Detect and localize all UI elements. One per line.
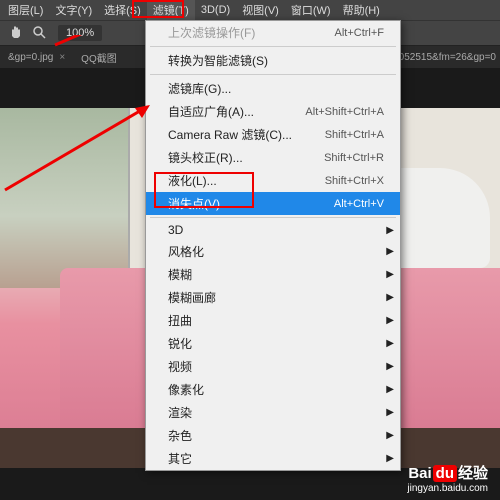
chevron-right-icon: ▶ xyxy=(386,269,394,280)
menu-separator xyxy=(150,74,396,75)
menu-item-label: 自适应广角(A)... xyxy=(168,103,254,120)
menu-camera-raw[interactable]: Camera Raw 滤镜(C)... Shift+Ctrl+A xyxy=(146,123,400,146)
annotation-box-items xyxy=(154,172,254,208)
tab-overflow-label: 32052515&fm=26&gp=0 xyxy=(384,52,500,63)
menu-item-label: 锐化 xyxy=(168,335,192,352)
chevron-right-icon: ▶ xyxy=(386,361,394,372)
menu-3d-sub[interactable]: 3D ▶ xyxy=(146,220,400,240)
menu-adaptive-wide[interactable]: 自适应广角(A)... Alt+Shift+Ctrl+A xyxy=(146,100,400,123)
menu-smart-filter[interactable]: 转换为智能滤镜(S) xyxy=(146,49,400,72)
menu-separator xyxy=(150,46,396,47)
watermark: Baidu经验 jingyan.baidu.com xyxy=(407,462,488,494)
menu-item-label: 上次滤镜操作(F) xyxy=(168,24,255,41)
watermark-brand-suffix: 经验 xyxy=(458,465,488,482)
menu-distort-sub[interactable]: 扭曲 ▶ xyxy=(146,309,400,332)
menu-item-shortcut: Shift+Ctrl+R xyxy=(324,152,384,164)
menu-pixelate-sub[interactable]: 像素化 ▶ xyxy=(146,378,400,401)
chevron-right-icon: ▶ xyxy=(386,292,394,303)
menu-other-sub[interactable]: 其它 ▶ xyxy=(146,447,400,470)
menu-text[interactable]: 文字(Y) xyxy=(49,0,98,20)
menu-item-label: 模糊 xyxy=(168,266,192,283)
menu-view[interactable]: 视图(V) xyxy=(236,0,285,20)
menu-layer[interactable]: 图层(L) xyxy=(2,0,49,20)
menu-item-label: 滤镜库(G)... xyxy=(168,80,231,97)
tab-label: &gp=0.jpg xyxy=(8,52,53,63)
menu-item-label: Camera Raw 滤镜(C)... xyxy=(168,126,292,143)
menu-last-filter: 上次滤镜操作(F) Alt+Ctrl+F xyxy=(146,21,400,44)
menu-item-shortcut: Alt+Ctrl+V xyxy=(334,198,384,210)
menu-window[interactable]: 窗口(W) xyxy=(285,0,337,20)
menu-item-label: 其它 xyxy=(168,450,192,467)
menu-sharpen-sub[interactable]: 锐化 ▶ xyxy=(146,332,400,355)
hand-tool-icon[interactable] xyxy=(6,23,26,43)
menu-item-label: 3D xyxy=(168,223,183,237)
chevron-right-icon: ▶ xyxy=(386,407,394,418)
chevron-right-icon: ▶ xyxy=(386,430,394,441)
menu-help[interactable]: 帮助(H) xyxy=(337,0,386,20)
annotation-box-filter xyxy=(132,0,184,18)
chevron-right-icon: ▶ xyxy=(386,384,394,395)
chevron-right-icon: ▶ xyxy=(386,453,394,464)
menu-item-label: 模糊画廊 xyxy=(168,289,216,306)
menu-item-shortcut: Alt+Shift+Ctrl+A xyxy=(305,106,384,118)
menu-blur-sub[interactable]: 模糊 ▶ xyxy=(146,263,400,286)
menubar: 图层(L) 文字(Y) 选择(S) 滤镜(T) 3D(D) 视图(V) 窗口(W… xyxy=(0,0,500,20)
zoom-tool-icon[interactable] xyxy=(30,23,50,43)
menu-video-sub[interactable]: 视频 ▶ xyxy=(146,355,400,378)
menu-separator xyxy=(150,217,396,218)
chevron-right-icon: ▶ xyxy=(386,225,394,236)
watermark-brand-du: du xyxy=(433,465,457,482)
watermark-url: jingyan.baidu.com xyxy=(407,483,488,494)
menu-item-label: 扭曲 xyxy=(168,312,192,329)
menu-item-shortcut: Shift+Ctrl+A xyxy=(325,129,384,141)
menu-item-label: 渲染 xyxy=(168,404,192,421)
menu-blur-gallery-sub[interactable]: 模糊画廊 ▶ xyxy=(146,286,400,309)
menu-3d[interactable]: 3D(D) xyxy=(195,2,236,18)
filter-dropdown: 上次滤镜操作(F) Alt+Ctrl+F 转换为智能滤镜(S) 滤镜库(G)..… xyxy=(145,20,401,471)
menu-lens-correction[interactable]: 镜头校正(R)... Shift+Ctrl+R xyxy=(146,146,400,169)
menu-noise-sub[interactable]: 杂色 ▶ xyxy=(146,424,400,447)
watermark-brand-bai: Bai xyxy=(408,465,431,482)
menu-item-label: 镜头校正(R)... xyxy=(168,149,243,166)
menu-item-shortcut: Shift+Ctrl+X xyxy=(325,175,384,187)
menu-item-label: 像素化 xyxy=(168,381,204,398)
menu-item-label: 视频 xyxy=(168,358,192,375)
menu-item-label: 风格化 xyxy=(168,243,204,260)
menu-stylize-sub[interactable]: 风格化 ▶ xyxy=(146,240,400,263)
chevron-right-icon: ▶ xyxy=(386,246,394,257)
watermark-logo: Baidu经验 xyxy=(407,462,488,483)
chevron-right-icon: ▶ xyxy=(386,315,394,326)
annotation-arrow-icon xyxy=(0,100,160,195)
annotation-arrow-icon xyxy=(50,35,140,55)
menu-item-label: 杂色 xyxy=(168,427,192,444)
menu-filter-gallery[interactable]: 滤镜库(G)... xyxy=(146,77,400,100)
menu-render-sub[interactable]: 渲染 ▶ xyxy=(146,401,400,424)
menu-item-shortcut: Alt+Ctrl+F xyxy=(334,27,384,39)
chevron-right-icon: ▶ xyxy=(386,338,394,349)
menu-item-label: 转换为智能滤镜(S) xyxy=(168,52,268,69)
